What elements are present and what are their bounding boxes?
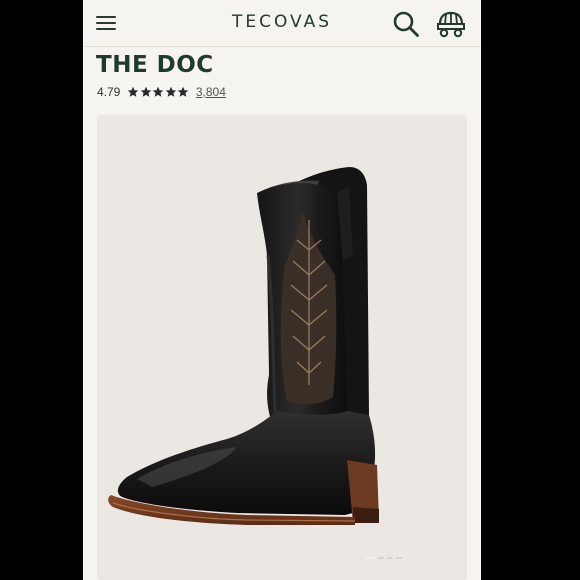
pagination-dot[interactable] — [396, 557, 402, 559]
gallery-pagination[interactable] — [365, 557, 402, 559]
star-icon — [165, 86, 177, 97]
search-icon[interactable] — [391, 9, 421, 39]
black-cowboy-boot-image — [108, 167, 379, 525]
product-image-gallery[interactable] — [97, 115, 467, 580]
star-icon — [128, 86, 139, 97]
product-title: THE DOC — [96, 52, 214, 78]
rating-value: 4.79 — [97, 85, 121, 99]
star-icon — [153, 86, 164, 97]
pagination-dot[interactable] — [387, 557, 393, 559]
top-nav-bar: TECOVAS — [83, 0, 481, 47]
wagon-cart-icon[interactable] — [435, 9, 467, 39]
pagination-dot[interactable] — [365, 557, 375, 559]
star-rating — [127, 86, 190, 98]
star-icon — [140, 86, 152, 97]
mobile-screen: TECOVAS THE DOC 4.79 3,804 — [83, 0, 481, 580]
pagination-dot[interactable] — [378, 557, 384, 559]
rating-summary: 4.79 3,804 — [97, 84, 226, 100]
review-count-link[interactable]: 3,804 — [196, 85, 226, 99]
star-icon — [178, 86, 189, 97]
brand-logo[interactable]: TECOVAS — [83, 12, 481, 32]
